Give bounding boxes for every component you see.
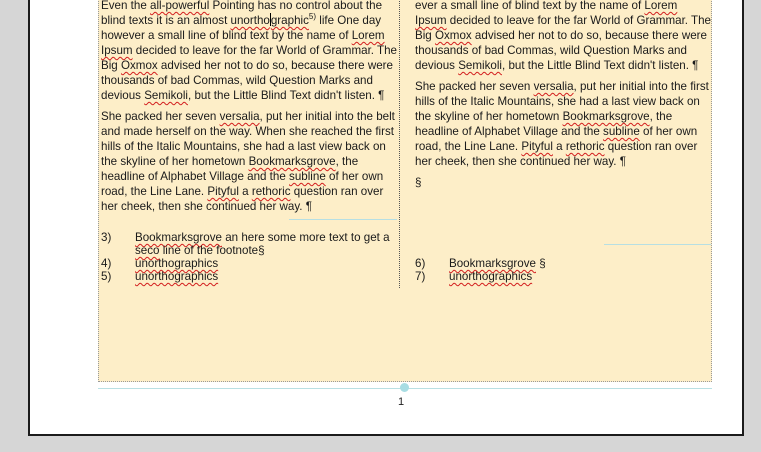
misspelled-word[interactable]: rethoric xyxy=(566,140,605,153)
footnote-text[interactable]: unorthographics xyxy=(449,270,532,283)
column-separator xyxy=(399,0,400,288)
footnote-reference[interactable]: 5) xyxy=(309,12,316,21)
footnote-item[interactable]: 7) unorthographics xyxy=(415,270,711,284)
text-column-2[interactable]: ever a small line of blind text by the n… xyxy=(415,0,711,196)
misspelled-word[interactable]: Pityful xyxy=(207,185,239,198)
misspelled-word[interactable]: subline xyxy=(289,170,326,183)
footnote-text[interactable]: Bookmarksgrove § xyxy=(449,257,546,270)
paragraph[interactable]: She packed her seven versalia, put her i… xyxy=(101,109,399,214)
misspelled-word[interactable]: Bookmarksgrove xyxy=(563,110,650,123)
footnote-number: 7) xyxy=(415,270,426,283)
footnote-text[interactable]: Bookmarksgrove an here some more text to… xyxy=(135,231,390,257)
document-page: Even the all-powerful Pointing has no co… xyxy=(28,0,744,436)
footnote-text[interactable]: unorthographics xyxy=(135,257,218,270)
misspelled-word[interactable]: seco xyxy=(135,244,160,257)
paragraph[interactable]: ever a small line of blind text by the n… xyxy=(415,0,711,73)
misspelled-word[interactable]: Bookmarksgrove xyxy=(135,231,222,244)
misspelled-word[interactable]: unorthographics xyxy=(449,270,532,283)
footnote-item[interactable]: 4) unorthographics xyxy=(101,257,399,271)
misspelled-word[interactable]: Bookmarksgrove xyxy=(449,257,536,270)
footnote-number: 3) xyxy=(101,231,112,244)
misspelled-word[interactable]: Oxmox xyxy=(121,59,158,72)
misspelled-word[interactable]: versalia xyxy=(220,110,260,123)
misspelled-word[interactable]: unorthographics xyxy=(135,270,218,283)
paragraph[interactable]: She packed her seven versalia, put her i… xyxy=(415,79,711,169)
section-mark: § xyxy=(415,176,422,189)
misspelled-word[interactable]: subline xyxy=(603,125,640,138)
anchor-handle[interactable] xyxy=(400,383,409,392)
misspelled-word[interactable]: Semikoli xyxy=(458,59,502,72)
misspelled-word[interactable]: all-powerful xyxy=(150,0,209,12)
misspelled-word[interactable]: unorthographics xyxy=(135,257,218,270)
footnote-item[interactable]: 6) Bookmarksgrove § xyxy=(415,257,711,271)
misspelled-word[interactable]: Bookmarksgrove xyxy=(249,155,336,168)
text-area[interactable]: Even the all-powerful Pointing has no co… xyxy=(98,0,712,382)
text-column-1[interactable]: Even the all-powerful Pointing has no co… xyxy=(101,0,399,220)
footnote-separator xyxy=(604,244,711,245)
misspelled-word[interactable]: Oxmox xyxy=(435,29,472,42)
footnote-number: 5) xyxy=(101,270,112,283)
footnote-number: 4) xyxy=(101,257,112,270)
footnote-text[interactable]: unorthographics xyxy=(135,270,218,283)
misspelled-word[interactable]: Semikoli xyxy=(144,89,188,102)
paragraph[interactable]: Even the all-powerful Pointing has no co… xyxy=(101,0,399,103)
footnote-item[interactable]: 5) unorthographics xyxy=(101,270,399,284)
misspelled-word[interactable]: versalia xyxy=(534,80,574,93)
page-number: 1 xyxy=(398,396,405,408)
misspelled-word[interactable]: unorthographic xyxy=(231,13,309,27)
footnote-separator xyxy=(289,219,397,220)
footnote-number: 6) xyxy=(415,257,426,270)
misspelled-word[interactable]: rethoric xyxy=(252,185,291,198)
misspelled-word[interactable]: Pityful xyxy=(521,140,553,153)
